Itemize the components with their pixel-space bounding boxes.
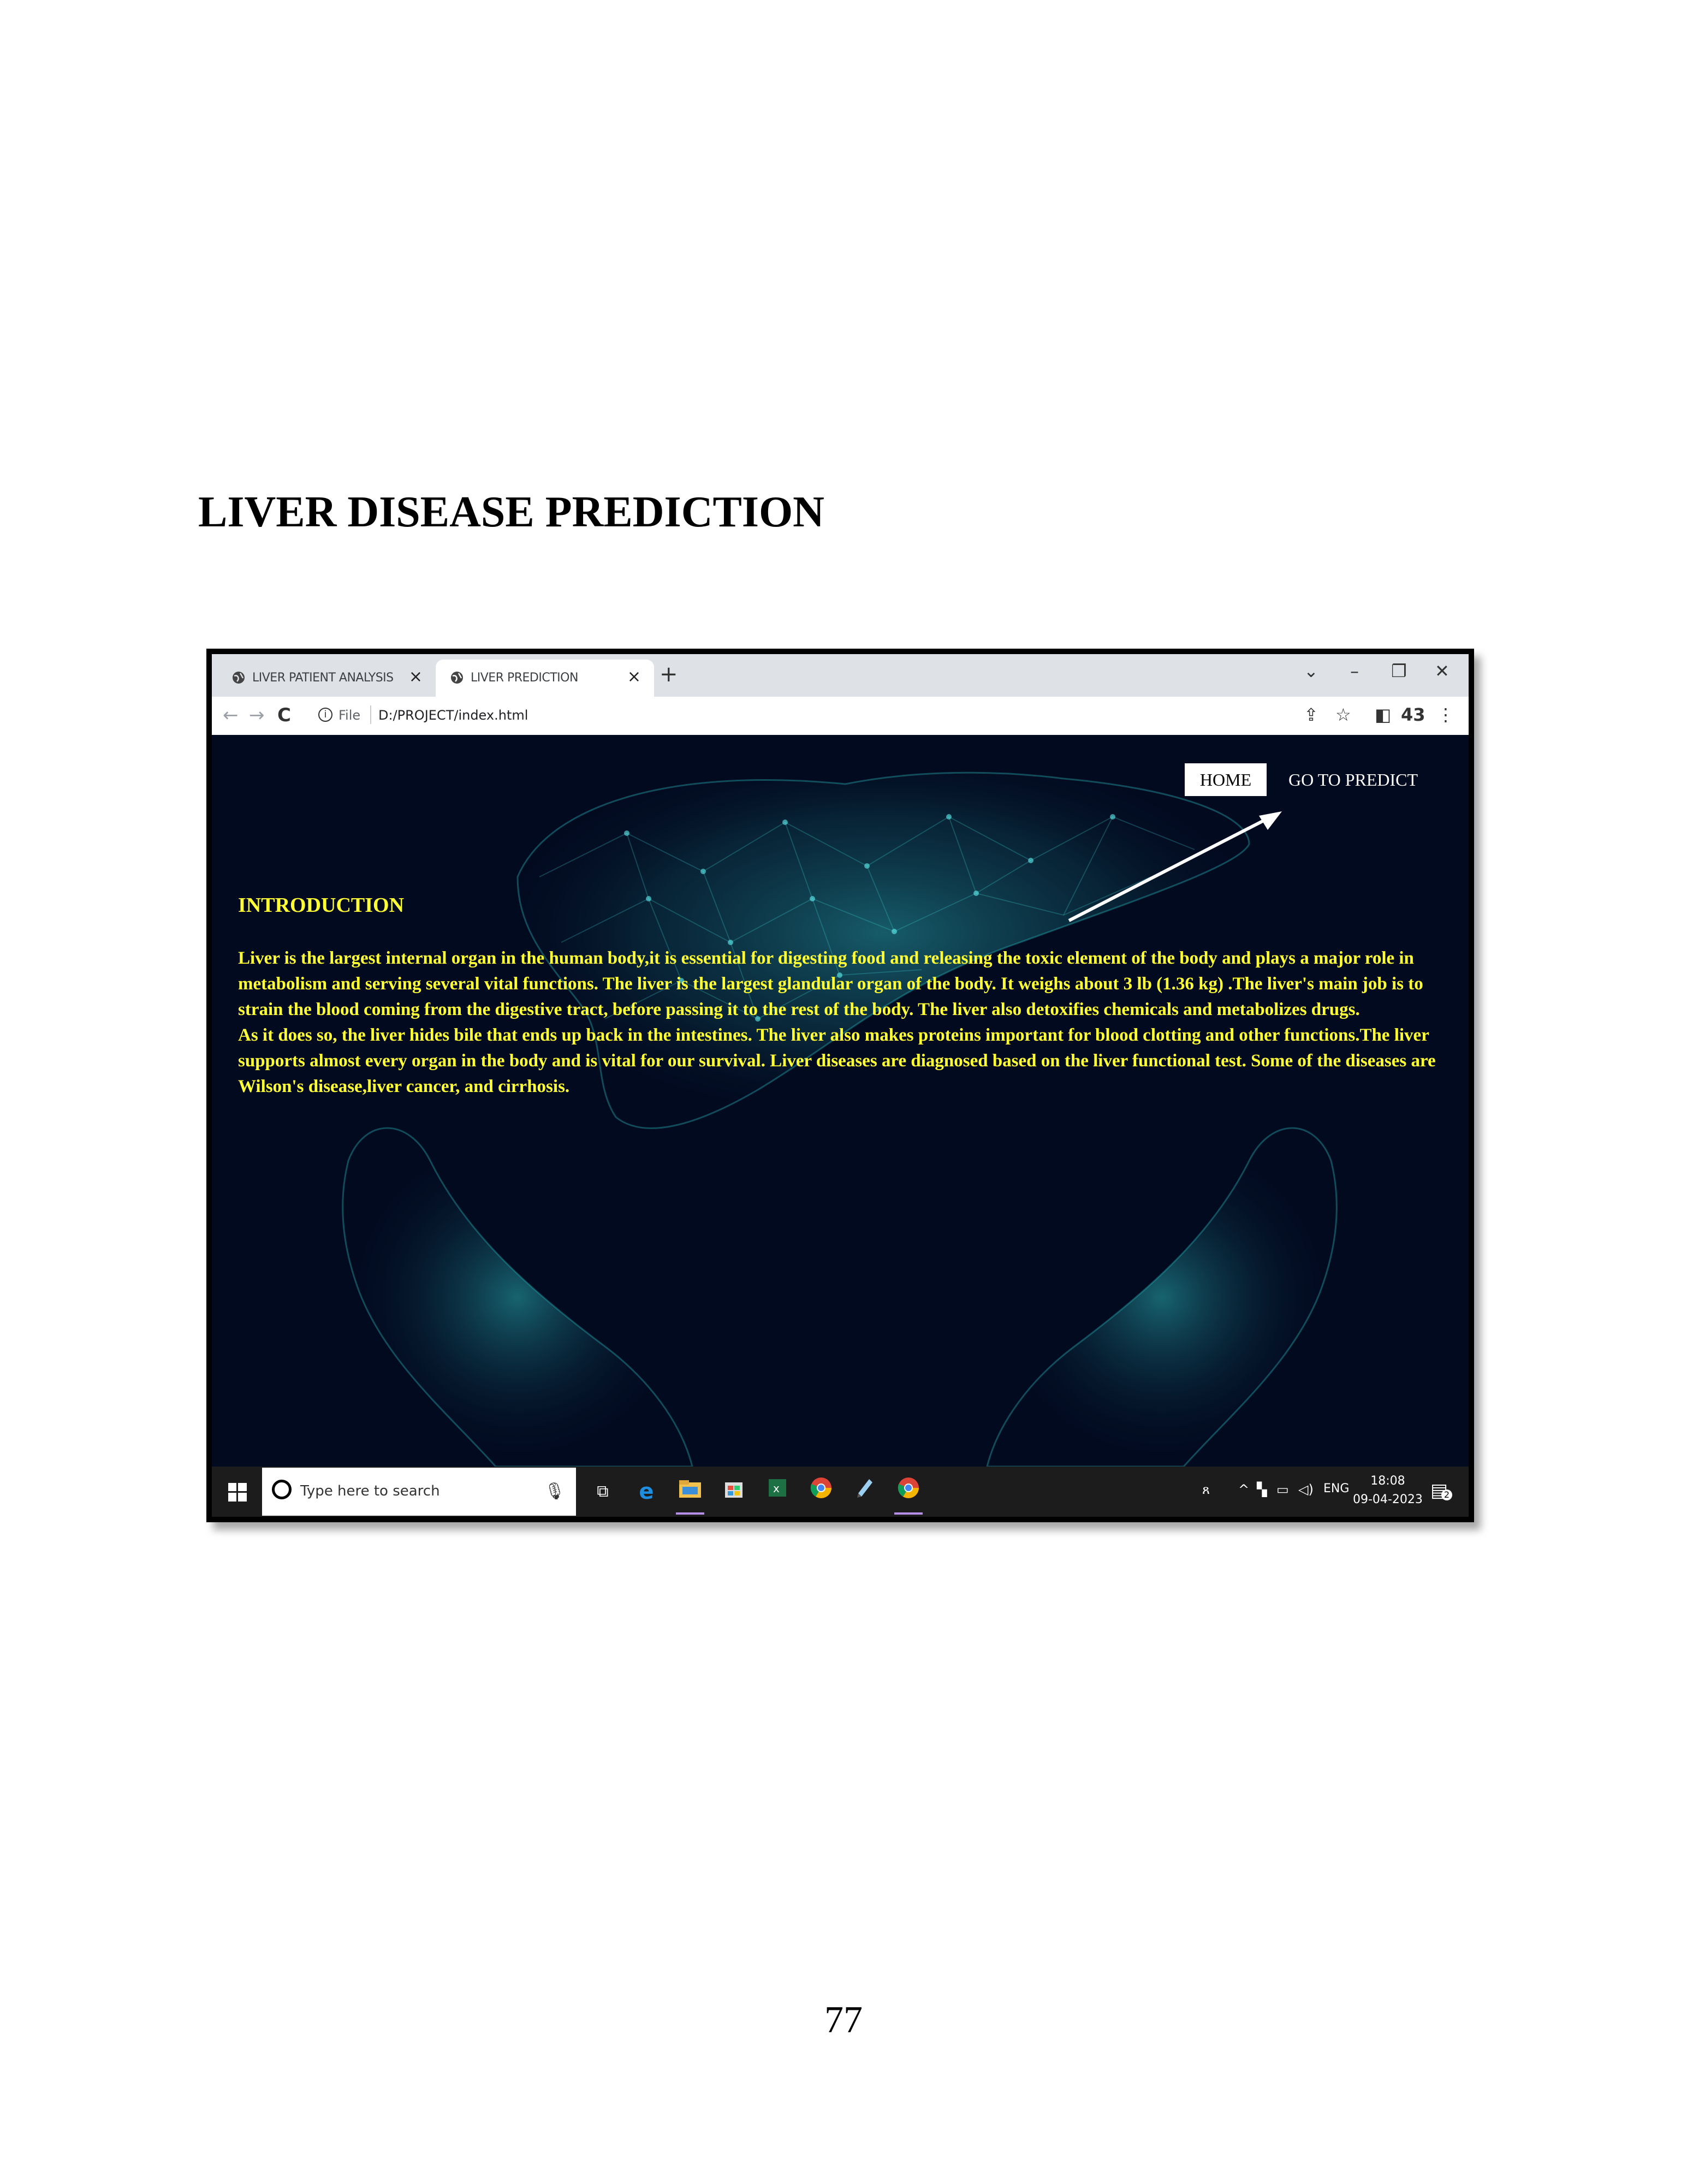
minimize-button[interactable]: –: [1350, 661, 1359, 681]
introduction-text: Liver is the largest internal organ in t…: [238, 946, 1450, 1100]
file-explorer-icon[interactable]: [676, 1476, 704, 1515]
document-heading: LIVER DISEASE PREDICTION: [198, 488, 824, 536]
notepad-icon[interactable]: [851, 1476, 879, 1507]
annotation-arrow-head: [1259, 811, 1282, 830]
people-icon[interactable]: ጸ: [1202, 1482, 1210, 1497]
introduction-heading: INTRODUCTION: [238, 894, 405, 917]
bookmark-star-icon[interactable]: ☆: [1335, 704, 1351, 725]
liver-hands-illustration: [342, 771, 1338, 1467]
site-info-icon[interactable]: i: [318, 708, 332, 722]
microphone-icon[interactable]: 🎙: [544, 1482, 565, 1501]
tab-liver-prediction[interactable]: LIVER PREDICTION ×: [436, 660, 654, 697]
close-tab-icon[interactable]: ×: [409, 667, 423, 686]
menu-icon[interactable]: ⋮: [1437, 704, 1454, 725]
close-tab-icon[interactable]: ×: [627, 667, 641, 686]
address-toolbar: ← → C i File D:/PROJECT/index.html ⇪ ☆ ◧…: [212, 697, 1469, 736]
chrome-active-icon[interactable]: [894, 1476, 923, 1515]
intro-paragraph: As it does so, the liver hides bile that…: [238, 1025, 1436, 1096]
network-icon[interactable]: ▚: [1257, 1482, 1267, 1497]
windows-start-icon[interactable]: [228, 1483, 247, 1502]
home-nav-button[interactable]: HOME: [1185, 763, 1267, 796]
page-number: 77: [824, 1999, 863, 2041]
notification-center-icon[interactable]: ▤ 2: [1430, 1480, 1452, 1502]
right-hand-shape: [986, 1127, 1338, 1467]
share-icon[interactable]: ⇪: [1304, 704, 1318, 725]
forward-icon[interactable]: →: [249, 704, 265, 726]
left-hand-shape: [342, 1127, 693, 1467]
address-divider: [370, 705, 371, 724]
excel-icon[interactable]: x: [763, 1476, 792, 1507]
windows-taskbar: Type here to search 🎙 ⧉ e x ጸ ^ ▚ ▭ ◁) E…: [212, 1467, 1469, 1517]
tray-chevron-icon[interactable]: ^: [1238, 1482, 1249, 1497]
address-url[interactable]: D:/PROJECT/index.html: [378, 708, 528, 723]
web-page: HOME GO TO PREDICT INTRODUCTION Liver is…: [212, 735, 1469, 1467]
edge-icon[interactable]: e: [632, 1476, 661, 1507]
store-icon[interactable]: [720, 1476, 748, 1507]
clock-date: 09-04-2023: [1353, 1493, 1423, 1506]
clock-time: 18:08: [1370, 1474, 1405, 1488]
notification-count: 2: [1441, 1489, 1452, 1500]
address-scheme: File: [338, 708, 361, 723]
globe-icon: [233, 672, 245, 684]
tab-search-icon[interactable]: ⌄: [1304, 661, 1318, 681]
task-view-icon[interactable]: ⧉: [589, 1476, 617, 1507]
new-tab-button[interactable]: +: [660, 662, 678, 687]
back-icon[interactable]: ←: [223, 704, 239, 726]
tab-liver-patient-analysis[interactable]: LIVER PATIENT ANALYSIS ×: [217, 660, 436, 697]
extension-badge[interactable]: 43: [1401, 704, 1425, 725]
taskbar-search-box[interactable]: Type here to search 🎙: [262, 1468, 576, 1516]
globe-icon: [451, 672, 463, 684]
battery-icon[interactable]: ▭: [1276, 1482, 1289, 1497]
tab-label: LIVER PREDICTION: [471, 671, 578, 685]
cortana-icon: [272, 1480, 292, 1499]
intro-paragraph: Liver is the largest internal organ in t…: [238, 948, 1423, 1019]
reload-icon[interactable]: C: [277, 704, 291, 726]
go-to-predict-link[interactable]: GO TO PREDICT: [1288, 763, 1418, 796]
search-placeholder: Type here to search: [300, 1483, 440, 1499]
restore-button[interactable]: ❐: [1391, 661, 1407, 681]
side-panel-icon[interactable]: ◧: [1375, 704, 1391, 725]
system-clock[interactable]: 18:08 09-04-2023: [1353, 1472, 1423, 1509]
tab-label: LIVER PATIENT ANALYSIS: [252, 671, 394, 685]
volume-icon[interactable]: ◁): [1298, 1482, 1314, 1497]
chrome-icon[interactable]: [807, 1476, 835, 1507]
svg-text:x: x: [773, 1482, 780, 1495]
close-window-button[interactable]: ✕: [1435, 661, 1450, 681]
tab-strip: LIVER PATIENT ANALYSIS × LIVER PREDICTIO…: [212, 654, 1469, 697]
language-indicator[interactable]: ENG: [1323, 1482, 1349, 1495]
browser-screenshot: LIVER PATIENT ANALYSIS × LIVER PREDICTIO…: [206, 649, 1474, 1522]
